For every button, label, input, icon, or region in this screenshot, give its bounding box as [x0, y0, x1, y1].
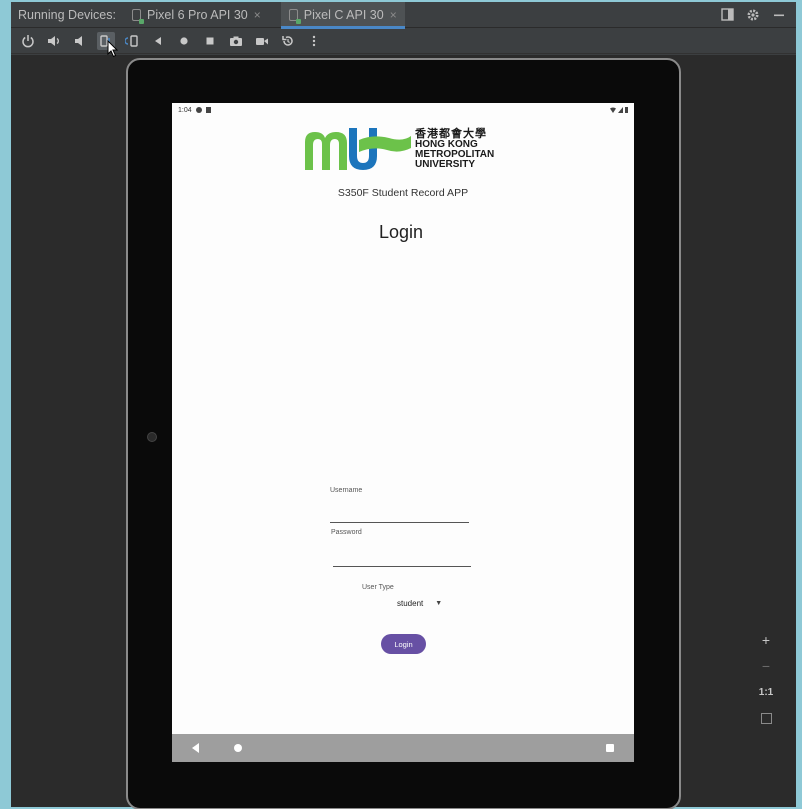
status-bar: 1:04: [172, 103, 634, 117]
android-studio-window: Running Devices: Pixel 6 Pro API 30 × Pi…: [11, 1, 796, 809]
sim-icon: [205, 107, 211, 113]
university-name: 香港都會大學 HONG KONG METROPOLITAN UNIVERSITY: [415, 127, 495, 170]
mouse-cursor-icon: [107, 40, 119, 58]
status-time: 1:04: [178, 106, 192, 114]
university-name-line3: UNIVERSITY: [415, 158, 476, 170]
close-icon[interactable]: ×: [390, 8, 397, 22]
username-label: Username: [330, 487, 363, 494]
back-icon[interactable]: [149, 32, 167, 50]
layout-icon[interactable]: [720, 8, 734, 22]
home-icon[interactable]: [175, 32, 193, 50]
university-name-line1: HONG KONG: [415, 138, 478, 150]
navigation-bar: [172, 734, 634, 762]
wifi-icon: [610, 107, 616, 113]
zoom-controls: + − 1:1: [753, 630, 779, 740]
rotate-right-icon[interactable]: [123, 32, 141, 50]
nav-home-icon[interactable]: [234, 744, 242, 752]
zoom-in-button[interactable]: +: [755, 630, 777, 650]
more-icon[interactable]: [305, 32, 323, 50]
username-input[interactable]: [330, 522, 469, 523]
camera-icon: [147, 432, 157, 442]
gear-icon[interactable]: [746, 8, 760, 22]
zoom-actual-size-button[interactable]: 1:1: [755, 682, 777, 702]
tablet-frame: 1:04 香港都會大學 HONG KONG METROPOLITAN UNIVE…: [126, 58, 681, 809]
zoom-fit-button[interactable]: [755, 708, 777, 728]
user-type-label: User Type: [362, 584, 394, 591]
running-devices-label: Running Devices:: [18, 7, 116, 22]
close-icon[interactable]: ×: [254, 8, 261, 22]
login-button[interactable]: Login: [381, 634, 426, 654]
university-name-chinese: 香港都會大學: [415, 127, 487, 140]
password-input[interactable]: [333, 566, 471, 567]
minimize-icon[interactable]: [772, 8, 786, 22]
notification-icon: [195, 107, 202, 113]
dropdown-arrow-icon: ▼: [435, 600, 443, 607]
volume-down-icon[interactable]: [71, 32, 89, 50]
screenshot-icon[interactable]: [227, 32, 245, 50]
fit-screen-icon: [760, 712, 772, 724]
screen-record-icon[interactable]: [253, 32, 271, 50]
tab-pixel-6-pro[interactable]: Pixel 6 Pro API 30 ×: [124, 2, 269, 28]
university-name-line2: METROPOLITAN: [415, 148, 495, 160]
overview-icon[interactable]: [201, 32, 219, 50]
device-icon: [132, 8, 144, 24]
tab-label: Pixel C API 30: [303, 7, 384, 22]
page-title: Login: [378, 222, 424, 242]
hkmu-logo: 香港都會大學 HONG KONG METROPOLITAN UNIVERSITY: [303, 125, 509, 173]
reset-icon[interactable]: [279, 32, 297, 50]
user-type-dropdown[interactable]: student ▼: [397, 599, 442, 608]
mu-logo-mark: [305, 128, 411, 170]
tab-label: Pixel 6 Pro API 30: [147, 7, 248, 22]
volume-up-icon[interactable]: [45, 32, 63, 50]
password-label: Password: [331, 529, 362, 536]
device-icon: [288, 8, 301, 24]
nav-recents-icon[interactable]: [606, 744, 614, 752]
nav-back-icon[interactable]: [192, 743, 199, 753]
device-viewport: 1:04 香港都會大學 HONG KONG METROPOLITAN UNIVE…: [11, 55, 796, 809]
zoom-out-button[interactable]: −: [755, 656, 777, 676]
battery-icon: [625, 107, 628, 113]
power-icon[interactable]: [19, 32, 37, 50]
signal-icon: [618, 107, 623, 113]
running-devices-tabbar: Running Devices: Pixel 6 Pro API 30 × Pi…: [11, 1, 796, 29]
emulator-toolbar: [11, 29, 796, 54]
user-type-value: student: [397, 599, 424, 608]
app-subtitle: S350F Student Record APP: [337, 187, 469, 199]
device-screen[interactable]: 1:04 香港都會大學 HONG KONG METROPOLITAN UNIVE…: [172, 103, 634, 762]
tab-pixel-c[interactable]: Pixel C API 30 ×: [280, 1, 405, 29]
